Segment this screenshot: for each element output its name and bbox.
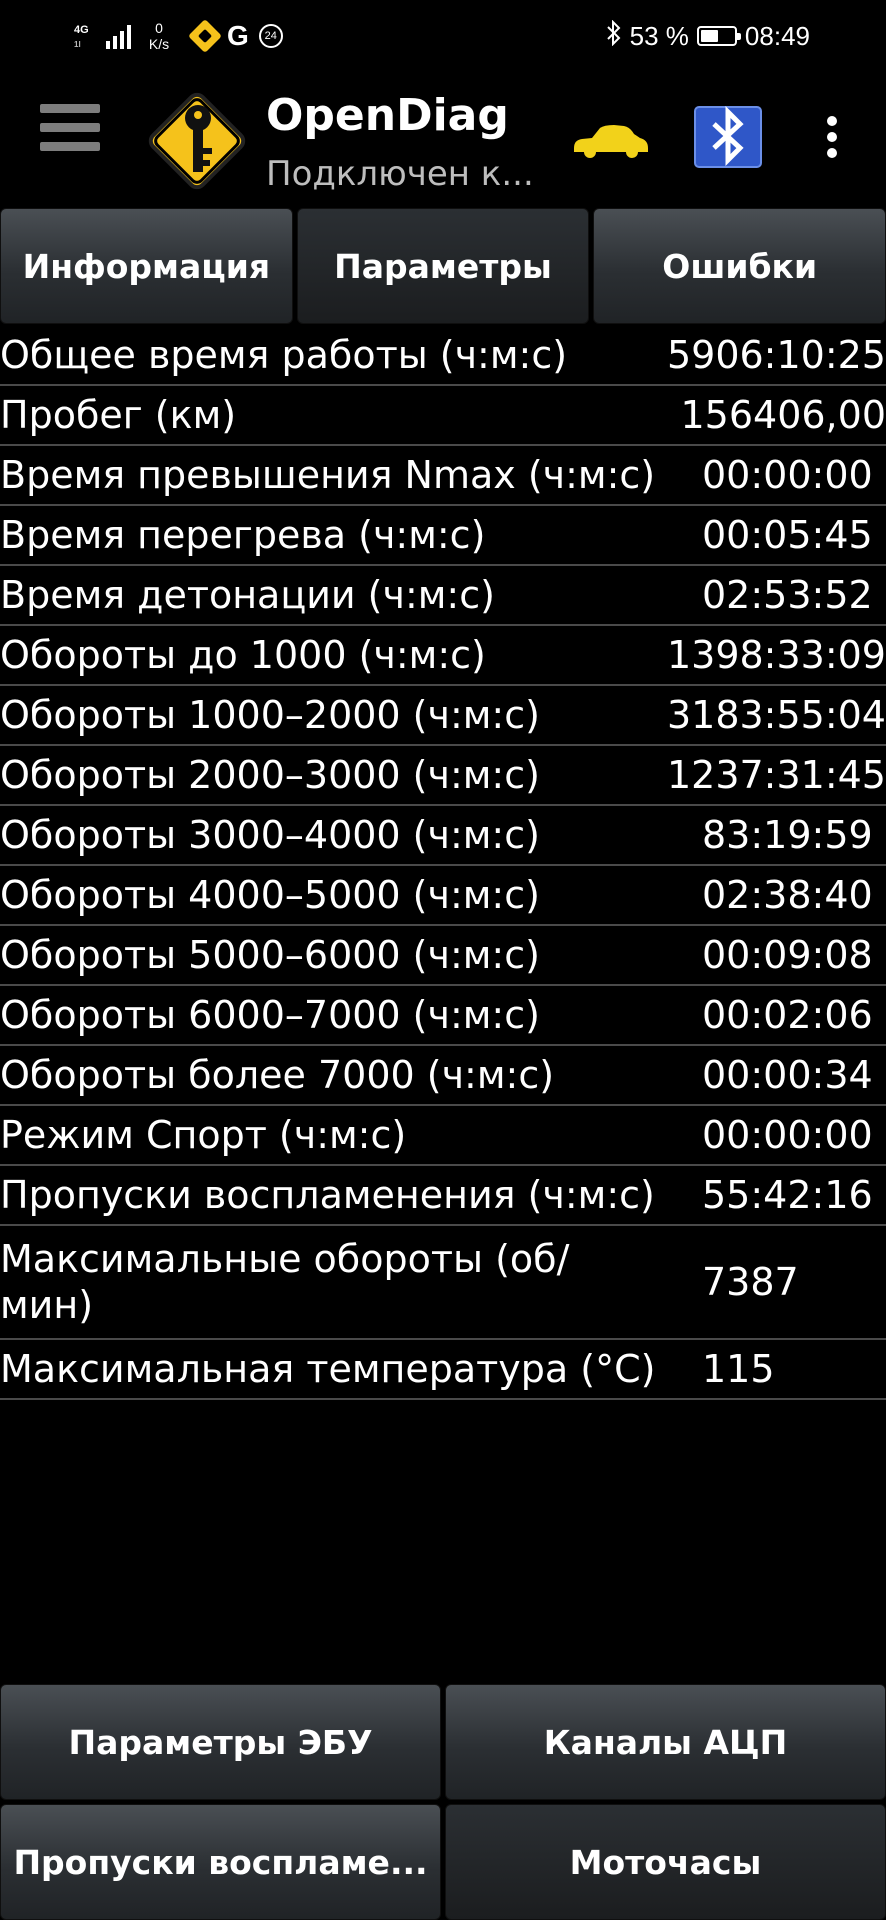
table-row: Время перегрева (ч:м:с) 00:05:45 xyxy=(0,506,886,566)
google-icon: G xyxy=(227,20,249,51)
param-label: Обороты 3000–4000 (ч:м:с) xyxy=(0,813,540,857)
status-right: 53 % 08:49 xyxy=(606,14,810,58)
engine-hours-button[interactable]: Моточасы xyxy=(445,1804,886,1920)
param-label: Общее время работы (ч:м:с) xyxy=(0,333,568,377)
table-row: Обороты 5000–6000 (ч:м:с) 00:09:08 xyxy=(0,926,886,986)
more-vert-icon[interactable] xyxy=(822,116,842,160)
param-label: Обороты 6000–7000 (ч:м:с) xyxy=(0,993,540,1037)
bluetooth-status-icon xyxy=(606,19,622,53)
connection-status: Подключен к... xyxy=(266,154,534,194)
param-label: Обороты до 1000 (ч:м:с) xyxy=(0,633,486,677)
param-label: Обороты 1000–2000 (ч:м:с) xyxy=(0,693,540,737)
param-label: Максимальная температура (°C) xyxy=(0,1347,656,1391)
battery-percent: 53 % xyxy=(629,20,689,51)
signal-strength-icon xyxy=(106,23,131,49)
misfires-button[interactable]: Пропуски воспламе... xyxy=(0,1804,441,1920)
param-label: Обороты 5000–6000 (ч:м:с) xyxy=(0,933,540,977)
network-speed-value: 0 xyxy=(155,20,163,36)
network-speed-unit: K/s xyxy=(148,36,170,52)
tab-errors[interactable]: Ошибки xyxy=(593,208,886,324)
car-icon[interactable] xyxy=(570,120,650,160)
app-title: OpenDiag xyxy=(266,90,509,141)
param-label: Время перегрева (ч:м:с) xyxy=(0,513,486,557)
bottom-button-grid: Параметры ЭБУ Каналы АЦП Пропуски воспла… xyxy=(0,1684,886,1920)
param-value: 156406,00 xyxy=(680,393,886,437)
hamburger-icon[interactable] xyxy=(40,104,100,170)
table-row: Режим Спорт (ч:м:с) 00:00:00 xyxy=(0,1106,886,1166)
battery-icon xyxy=(696,26,741,46)
tab-bar: Информация Параметры Ошибки xyxy=(0,208,886,326)
navigation-icon xyxy=(188,19,222,53)
bluetooth-elm327-icon[interactable] xyxy=(694,106,762,168)
network-sub-label: 1l xyxy=(74,40,81,49)
badge-24-icon: 24 xyxy=(258,24,283,48)
network-type-icon: 4G 1l xyxy=(74,21,96,51)
param-value: 02:38:40 xyxy=(702,873,873,917)
param-value: 7387 xyxy=(702,1260,799,1304)
network-speed: 0 K/s xyxy=(141,20,177,52)
param-value: 5906:10:25 xyxy=(666,333,886,377)
param-label: Время детонации (ч:м:с) xyxy=(0,573,495,617)
param-value: 02:53:52 xyxy=(702,573,873,617)
table-row: Пропуски воспламенения (ч:м:с) 55:42:16 xyxy=(0,1166,886,1226)
table-row: Общее время работы (ч:м:с) 5906:10:25 xyxy=(0,326,886,386)
param-value: 00:00:00 xyxy=(702,1113,873,1157)
table-row: Время превышения Nmax (ч:м:с) 00:00:00 xyxy=(0,446,886,506)
param-value: 55:42:16 xyxy=(702,1173,873,1217)
param-value: 00:00:34 xyxy=(702,1053,873,1097)
param-value: 1237:31:45 xyxy=(666,753,886,797)
table-row: Обороты 4000–5000 (ч:м:с) 02:38:40 xyxy=(0,866,886,926)
param-value: 00:09:08 xyxy=(702,933,873,977)
table-row: Обороты 3000–4000 (ч:м:с) 83:19:59 xyxy=(0,806,886,866)
status-bar: 4G 1l 0 K/s G 24 53 % 08:49 xyxy=(0,0,886,70)
battery-fill xyxy=(700,30,718,42)
table-row: Обороты 6000–7000 (ч:м:с) 00:02:06 xyxy=(0,986,886,1046)
table-row: Максимальная температура (°C) 115 xyxy=(0,1340,886,1400)
parameters-list: Общее время работы (ч:м:с) 5906:10:25 Пр… xyxy=(0,326,886,1400)
tab-parameters[interactable]: Параметры xyxy=(296,208,590,324)
param-label: Пропуски воспламенения (ч:м:с) xyxy=(0,1173,655,1217)
table-row: Обороты до 1000 (ч:м:с) 1398:33:09 xyxy=(0,626,886,686)
network-type-label: 4G xyxy=(74,24,89,36)
param-label: Обороты более 7000 (ч:м:с) xyxy=(0,1053,555,1097)
param-label: Обороты 4000–5000 (ч:м:с) xyxy=(0,873,540,917)
param-label: Время превышения Nmax (ч:м:с) xyxy=(0,453,656,497)
param-value: 00:02:06 xyxy=(702,993,873,1037)
param-value: 3183:55:04 xyxy=(666,693,886,737)
key-warning-sign-icon xyxy=(148,92,246,190)
param-value: 00:05:45 xyxy=(702,513,873,557)
param-value: 1398:33:09 xyxy=(666,633,886,677)
param-label: Максимальные обороты (об/мин) xyxy=(0,1237,570,1327)
tab-information[interactable]: Информация xyxy=(0,208,293,324)
param-value: 115 xyxy=(702,1347,775,1391)
clock: 08:49 xyxy=(744,20,810,51)
param-label: Обороты 2000–3000 (ч:м:с) xyxy=(0,753,540,797)
table-row: Максимальные обороты (об/мин) 7387 xyxy=(0,1226,886,1340)
table-row: Обороты 1000–2000 (ч:м:с) 3183:55:04 xyxy=(0,686,886,746)
table-row: Время детонации (ч:м:с) 02:53:52 xyxy=(0,566,886,626)
adc-channels-button[interactable]: Каналы АЦП xyxy=(445,1684,886,1800)
table-row: Обороты 2000–3000 (ч:м:с) 1237:31:45 xyxy=(0,746,886,806)
param-label: Пробег (км) xyxy=(0,393,237,437)
param-value: 83:19:59 xyxy=(702,813,873,857)
table-row: Пробег (км) 156406,00 xyxy=(0,386,886,446)
ecu-parameters-button[interactable]: Параметры ЭБУ xyxy=(0,1684,441,1800)
param-value: 00:00:00 xyxy=(702,453,873,497)
param-label: Режим Спорт (ч:м:с) xyxy=(0,1113,407,1157)
status-left: 4G 1l 0 K/s G 24 xyxy=(74,14,283,58)
app-bar: OpenDiag Подключен к... xyxy=(0,70,886,208)
table-row: Обороты более 7000 (ч:м:с) 00:00:34 xyxy=(0,1046,886,1106)
